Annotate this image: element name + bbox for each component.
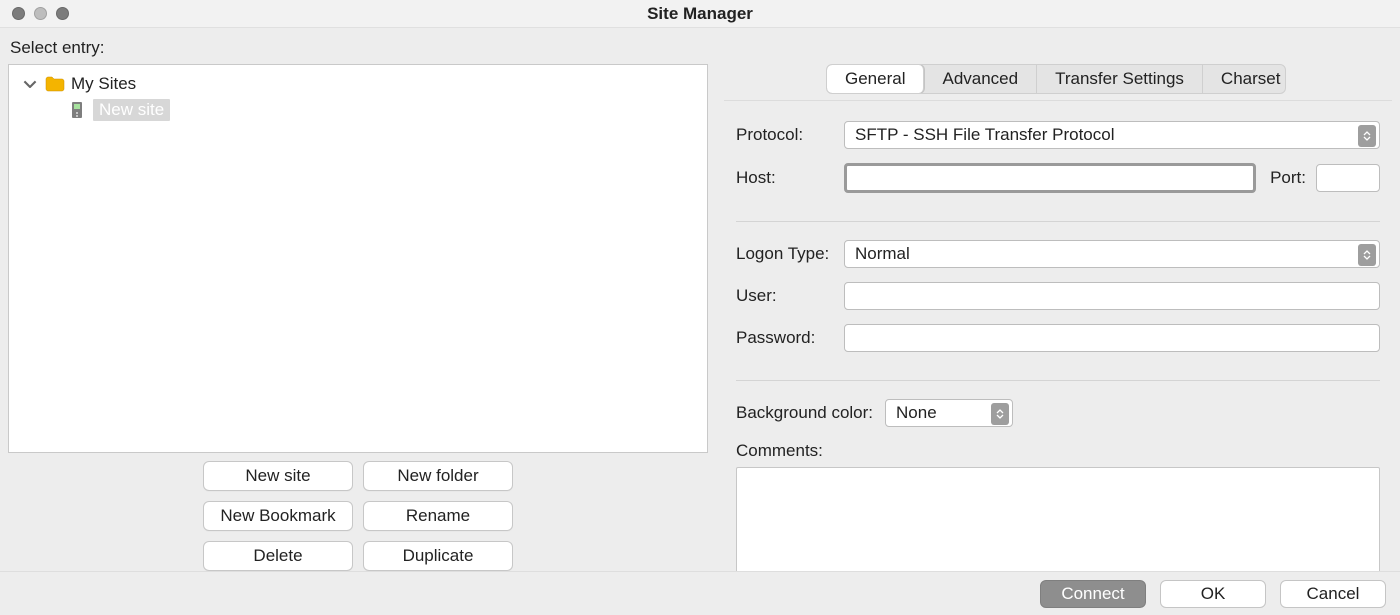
cancel-button[interactable]: Cancel	[1280, 580, 1386, 608]
protocol-label: Protocol:	[736, 125, 844, 145]
logon-type-label: Logon Type:	[736, 244, 844, 264]
window-title: Site Manager	[0, 4, 1400, 24]
divider	[736, 380, 1380, 381]
tree-site-new-site[interactable]: New site	[13, 97, 703, 123]
server-icon	[69, 101, 85, 119]
updown-icon	[1358, 244, 1376, 266]
new-folder-button[interactable]: New folder	[363, 461, 513, 491]
tab-general[interactable]: General	[827, 65, 924, 93]
tab-transfer[interactable]: Transfer Settings	[1037, 65, 1203, 93]
host-label: Host:	[736, 168, 844, 188]
rename-button[interactable]: Rename	[363, 501, 513, 531]
tree-folder-my-sites[interactable]: My Sites	[13, 71, 703, 97]
new-bookmark-button[interactable]: New Bookmark	[203, 501, 353, 531]
background-color-label: Background color:	[736, 403, 873, 423]
host-input[interactable]	[844, 163, 1256, 193]
new-site-button[interactable]: New site	[203, 461, 353, 491]
connect-button[interactable]: Connect	[1040, 580, 1146, 608]
updown-icon	[991, 403, 1009, 425]
delete-button[interactable]: Delete	[203, 541, 353, 571]
duplicate-button[interactable]: Duplicate	[363, 541, 513, 571]
protocol-select[interactable]: SFTP - SSH File Transfer Protocol	[844, 121, 1380, 149]
password-label: Password:	[736, 328, 844, 348]
user-label: User:	[736, 286, 844, 306]
port-label: Port:	[1270, 168, 1306, 188]
folder-icon	[45, 76, 65, 92]
select-entry-label: Select entry:	[0, 28, 1400, 64]
chevron-down-icon[interactable]	[23, 77, 37, 91]
password-input[interactable]	[844, 324, 1380, 352]
comments-label: Comments:	[736, 441, 1380, 461]
comments-textarea[interactable]	[736, 467, 1380, 572]
tree-folder-label: My Sites	[71, 74, 136, 94]
window-minimize-icon[interactable]	[34, 7, 47, 20]
port-input[interactable]	[1316, 164, 1380, 192]
tab-advanced[interactable]: Advanced	[924, 65, 1037, 93]
divider	[736, 221, 1380, 222]
site-tree[interactable]: My Sites New site	[8, 64, 708, 453]
user-input[interactable]	[844, 282, 1380, 310]
tab-bar: General Advanced Transfer Settings Chars…	[826, 64, 1286, 94]
tree-site-label[interactable]: New site	[93, 99, 170, 121]
tab-charset[interactable]: Charset	[1203, 65, 1286, 93]
window-zoom-icon[interactable]	[56, 7, 69, 20]
ok-button[interactable]: OK	[1160, 580, 1266, 608]
window-close-icon[interactable]	[12, 7, 25, 20]
titlebar: Site Manager	[0, 0, 1400, 28]
logon-type-select[interactable]: Normal	[844, 240, 1380, 268]
background-color-value: None	[896, 403, 937, 423]
background-color-select[interactable]: None	[885, 399, 1013, 427]
updown-icon	[1358, 125, 1376, 147]
logon-type-value: Normal	[855, 244, 910, 264]
dialog-footer: Connect OK Cancel	[0, 571, 1400, 615]
protocol-value: SFTP - SSH File Transfer Protocol	[855, 125, 1114, 145]
